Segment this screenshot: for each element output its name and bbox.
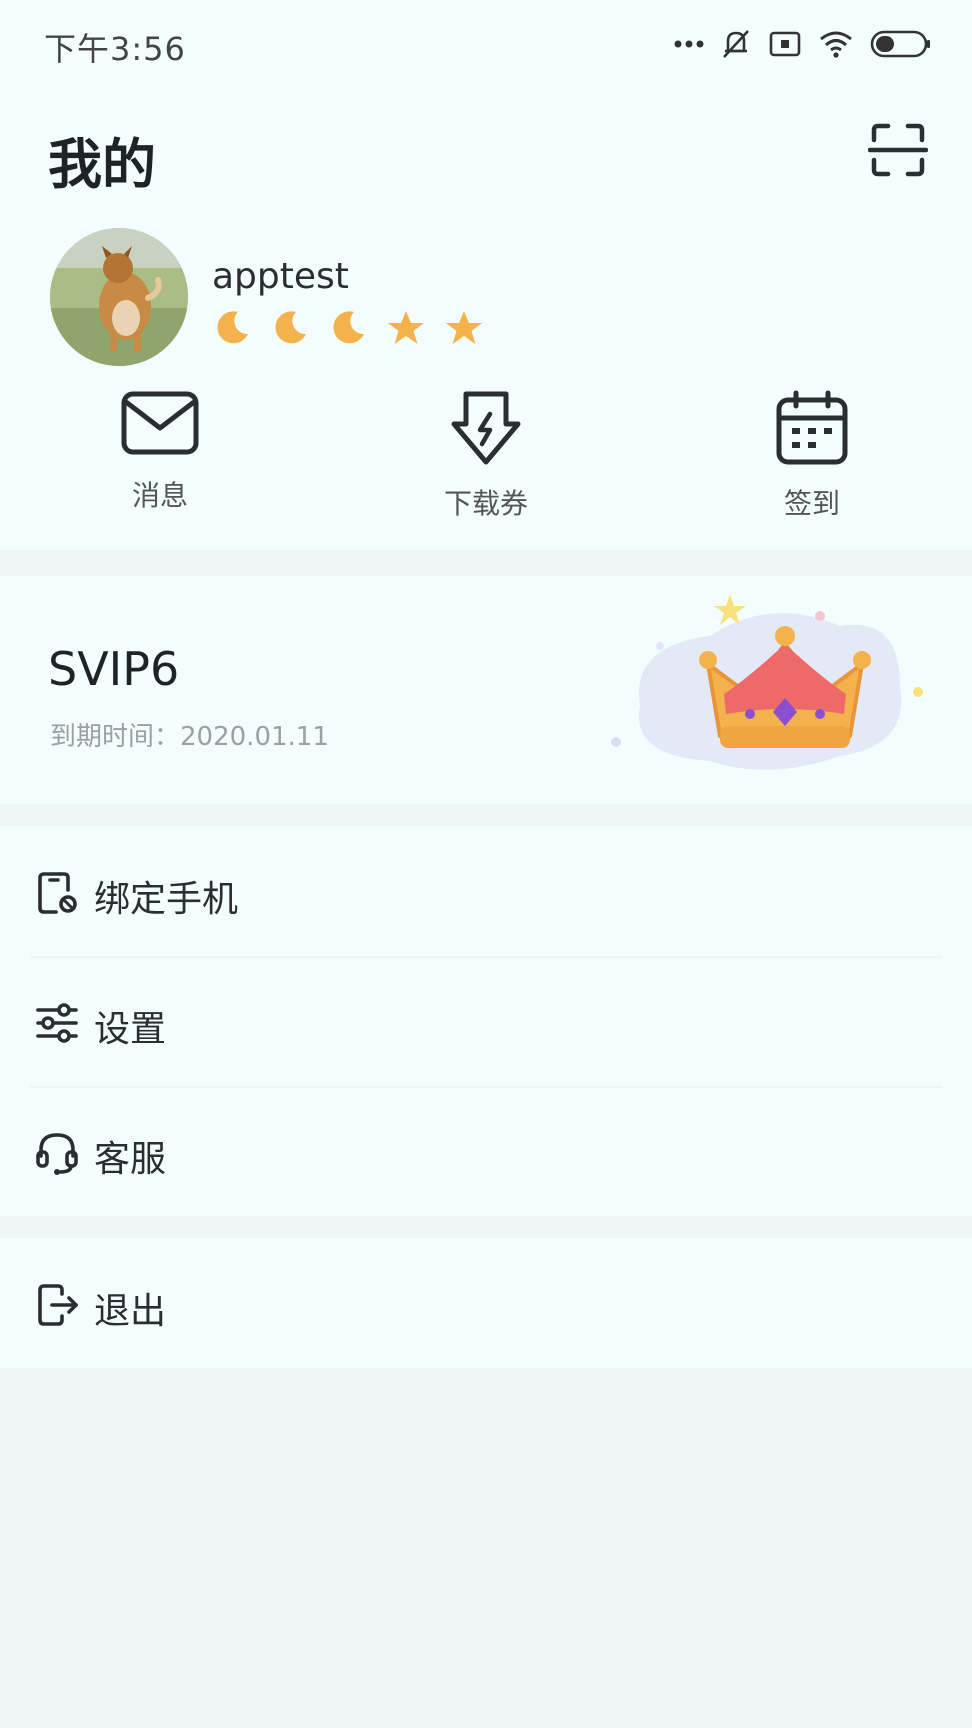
star-icon <box>444 308 484 348</box>
customer-service-label: 客服 <box>94 1139 167 1180</box>
logout-icon <box>34 1282 80 1328</box>
messages-label: 消息 <box>131 479 188 512</box>
phone-bind-icon <box>34 870 80 916</box>
moon-icon <box>328 308 368 348</box>
battery-icon <box>870 29 932 59</box>
wifi-icon <box>818 29 854 59</box>
settings-sliders-icon <box>34 1000 80 1046</box>
logout-label: 退出 <box>94 1291 167 1332</box>
menu-item-customer-service[interactable]: 客服 <box>0 1086 972 1216</box>
moon-icon <box>270 308 310 348</box>
calendar-icon <box>776 390 848 465</box>
vip-card[interactable]: SVIP6 到期时间：2020.01.11 <box>0 576 972 804</box>
more-dots-icon <box>674 39 704 49</box>
status-icons <box>674 24 932 64</box>
status-bar: 下午3:56 <box>0 0 972 90</box>
messages-button[interactable]: 消息 <box>60 390 260 514</box>
settings-label: 设置 <box>94 1009 167 1050</box>
vip-level: SVIP6 <box>48 642 180 696</box>
vip-expire-date: 2020.01.11 <box>180 722 329 752</box>
username: apptest <box>212 256 349 297</box>
star-icon <box>386 308 426 348</box>
quick-actions: 消息 下载券 签到 <box>0 390 972 540</box>
profile-page: 下午3:56 我的 apptest 消息 下载券 签到 SVIP6 到期时间：2… <box>0 0 972 1728</box>
download-ticket-icon <box>451 391 521 465</box>
settings-menu: 绑定手机 设置 客服 <box>0 826 972 1216</box>
menu-item-settings[interactable]: 设置 <box>0 956 972 1086</box>
vip-expire: 到期时间：2020.01.11 <box>50 716 329 753</box>
profile-section: apptest 消息 下载券 签到 <box>0 220 972 550</box>
download-ticket-label: 下载券 <box>443 487 528 520</box>
mail-icon <box>121 391 199 455</box>
sim-icon <box>768 29 802 59</box>
bind-phone-label: 绑定手机 <box>94 879 239 920</box>
download-ticket-button[interactable]: 下载券 <box>386 390 586 522</box>
header: 我的 <box>0 90 972 220</box>
scan-icon <box>867 123 929 177</box>
moon-icon <box>212 308 252 348</box>
logout-button[interactable]: 退出 <box>0 1238 972 1368</box>
rank-badges <box>212 308 484 348</box>
crown-icon <box>600 586 940 796</box>
bell-off-icon <box>720 27 752 61</box>
menu-item-bind-phone[interactable]: 绑定手机 <box>0 826 972 956</box>
checkin-label: 签到 <box>783 487 840 520</box>
status-time: 下午3:56 <box>44 30 186 68</box>
logout-section: 退出 <box>0 1238 972 1368</box>
headset-icon <box>34 1130 80 1176</box>
checkin-button[interactable]: 签到 <box>712 390 912 522</box>
scan-button[interactable] <box>867 120 929 180</box>
vip-expire-label: 到期时间： <box>50 722 181 752</box>
page-title: 我的 <box>48 133 156 196</box>
avatar[interactable] <box>50 228 188 366</box>
